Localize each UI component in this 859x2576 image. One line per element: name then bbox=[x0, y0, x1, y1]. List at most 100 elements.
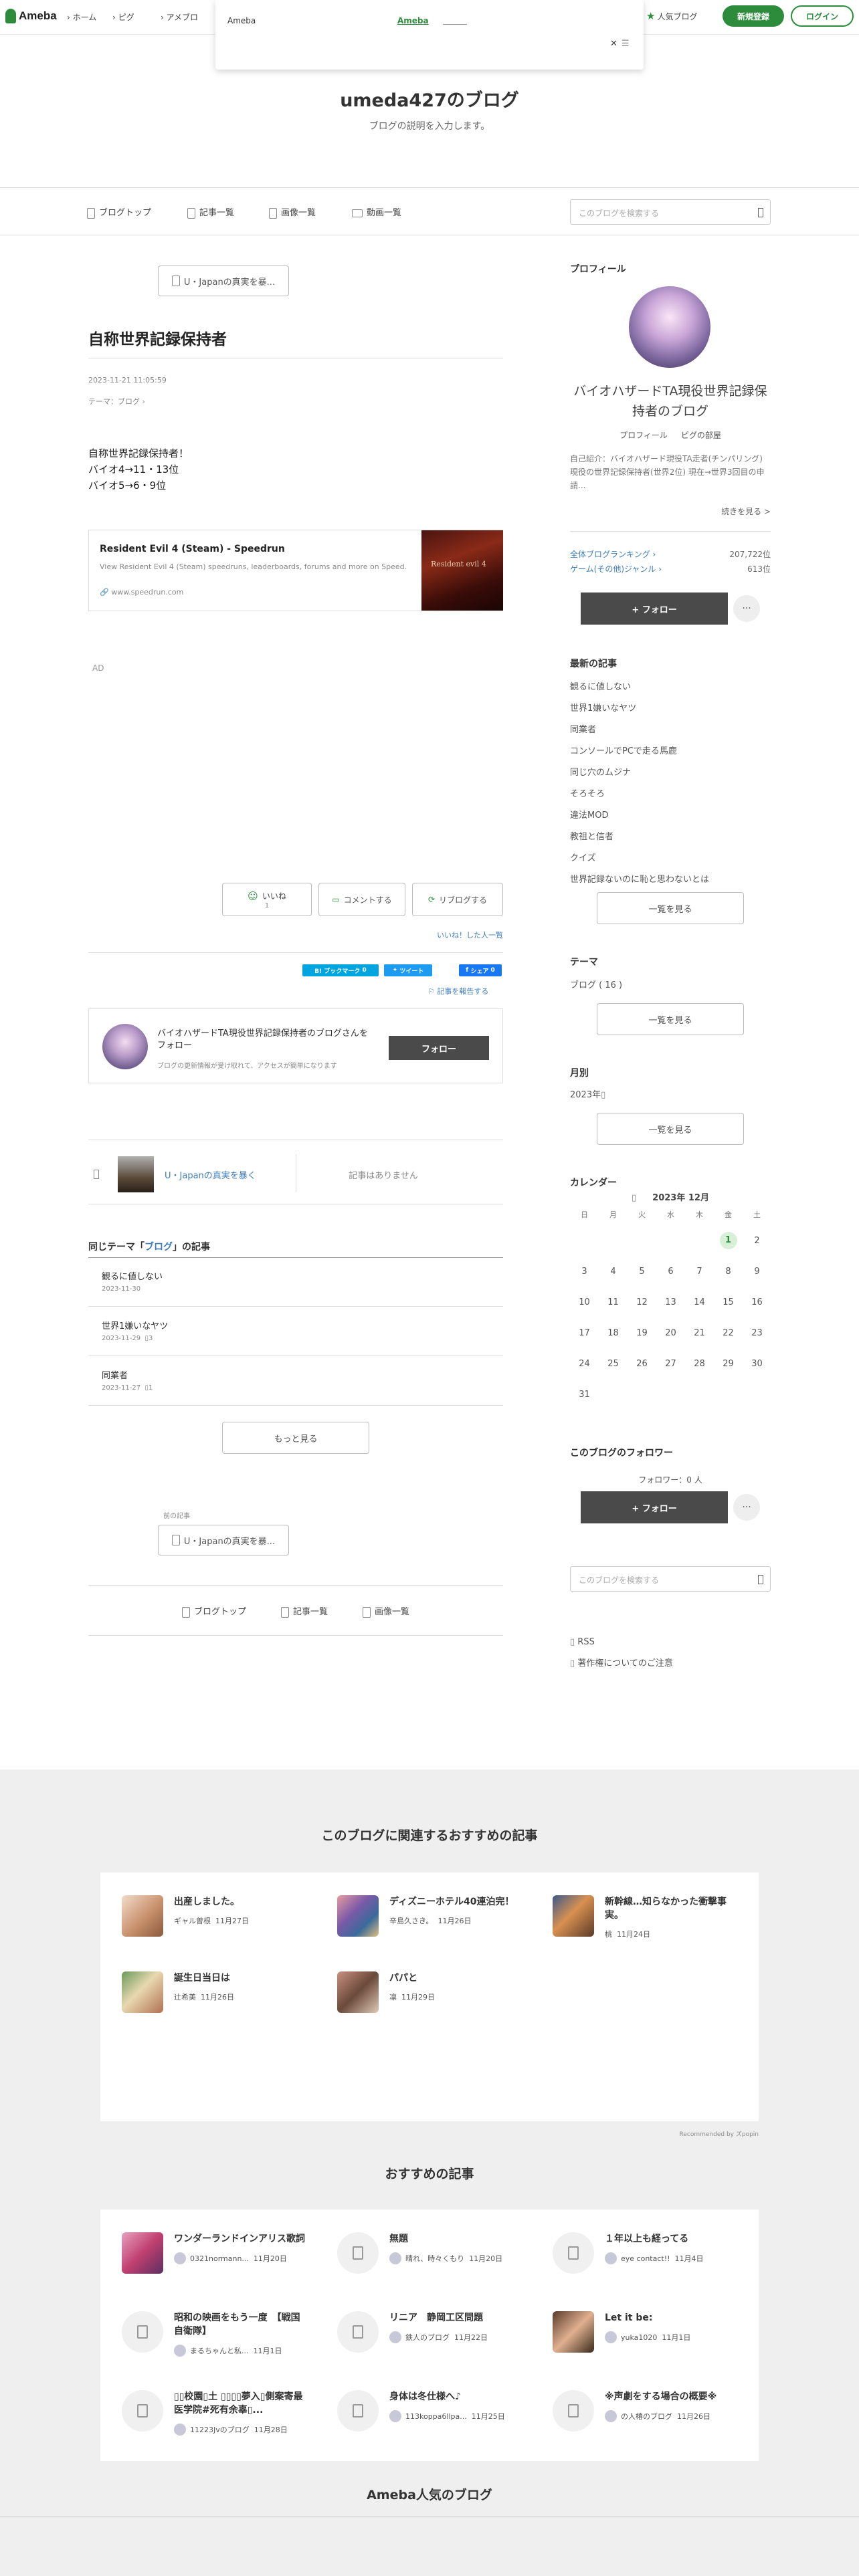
calendar-day[interactable]: 29 bbox=[714, 1348, 743, 1379]
reblog-button[interactable]: ⟳ リブログする bbox=[412, 883, 503, 916]
latest-item[interactable]: そろそろ bbox=[570, 784, 709, 805]
profile-name[interactable]: バイオハザードTA現役世界記録保持者のブログ bbox=[570, 381, 771, 421]
calendar-day[interactable]: 17 bbox=[570, 1317, 599, 1348]
blog-nav-videos[interactable]: 動画一覧 bbox=[352, 205, 401, 218]
calendar-day[interactable]: 27 bbox=[656, 1348, 685, 1379]
calendar-day[interactable]: 10 bbox=[570, 1287, 599, 1317]
bookmark-button[interactable]: B! ブックマーク 0 bbox=[302, 964, 379, 976]
calendar-day[interactable]: 21 bbox=[685, 1317, 714, 1348]
calendar-prev-icon[interactable]: ▯ bbox=[632, 1193, 636, 1203]
login-button[interactable]: ログイン bbox=[791, 5, 854, 27]
calendar-day[interactable]: 7 bbox=[685, 1256, 714, 1287]
recommend-item[interactable]: 無題 晴れ、時々くもり 11月20日 bbox=[337, 2232, 531, 2274]
calendar-day[interactable]: 19 bbox=[628, 1317, 656, 1348]
like-button[interactable]: ☺ いいね 1 bbox=[222, 883, 312, 916]
recommend-item[interactable]: リニア 静岡工区問題 鉄人のブログ 11月22日 bbox=[337, 2311, 531, 2353]
calendar-day[interactable]: 26 bbox=[628, 1348, 656, 1379]
same-theme-item[interactable]: 世界1嫌いなヤツ 2023-11-29 ▯3 bbox=[88, 1307, 503, 1356]
calendar-day[interactable]: 9 bbox=[743, 1256, 771, 1287]
latest-more-button[interactable]: 一覧を見る bbox=[597, 892, 744, 924]
article-title[interactable]: 自称世界記録保持者 bbox=[88, 326, 227, 349]
calendar-today[interactable]: 1 bbox=[719, 1232, 737, 1249]
calendar-day[interactable]: 16 bbox=[743, 1287, 771, 1317]
calendar-day[interactable]: 3 bbox=[570, 1256, 599, 1287]
article-theme[interactable]: テーマ：ブログ › bbox=[88, 396, 145, 407]
monthly-more-button[interactable]: 一覧を見る bbox=[597, 1113, 744, 1145]
search-icon[interactable] bbox=[758, 1575, 763, 1584]
profile-link[interactable]: プロフィール bbox=[619, 431, 668, 440]
monthly-item[interactable]: 2023年▯ bbox=[570, 1087, 605, 1100]
latest-item[interactable]: 教祖と信者 bbox=[570, 827, 709, 848]
report-link[interactable]: ⚐ 記事を報告する bbox=[428, 986, 488, 996]
theme-item[interactable]: ブログ ( 16 ) bbox=[570, 978, 622, 990]
recommend-item[interactable]: ワンダーランドインアリス歌詞 0321normann... 11月20日 bbox=[122, 2232, 316, 2274]
popup-close-button[interactable]: ✕ ☰ bbox=[610, 39, 630, 49]
related-item[interactable]: パパと凛 11月29日 bbox=[337, 1971, 531, 2013]
pigg-room-link[interactable]: ピグの部屋 bbox=[681, 431, 721, 440]
calendar-day[interactable]: 1 bbox=[714, 1225, 743, 1256]
related-item[interactable]: 誕生日当日は 辻希美 11月26日 bbox=[122, 1971, 316, 2013]
calendar-day[interactable]: 28 bbox=[685, 1348, 714, 1379]
theme-more-button[interactable]: 一覧を見る bbox=[597, 1003, 744, 1035]
calendar-day[interactable]: 14 bbox=[685, 1287, 714, 1317]
followers-follow-button[interactable]: + フォロー bbox=[581, 1491, 728, 1523]
calendar-day[interactable]: 4 bbox=[599, 1256, 628, 1287]
recommend-item[interactable]: Let it be: yuka1020 11月1日 bbox=[553, 2311, 747, 2353]
calendar-day[interactable]: 22 bbox=[714, 1317, 743, 1348]
popular-blog-link[interactable]: ★ 人気ブログ bbox=[646, 10, 697, 22]
calendar-day[interactable]: 15 bbox=[714, 1287, 743, 1317]
search-icon[interactable] bbox=[758, 208, 763, 217]
related-item[interactable]: 出産しました。 ギャル曽根 11月27日 bbox=[122, 1895, 316, 1937]
sidebar-more-menu-button[interactable]: ··· bbox=[733, 595, 760, 622]
ranking-overall[interactable]: 全体ブログランキング › 207,722位 bbox=[570, 548, 771, 560]
calendar-day[interactable]: 13 bbox=[656, 1287, 685, 1317]
recommended-by[interactable]: Recommended by ズpopin bbox=[602, 2129, 759, 2138]
profile-more-link[interactable]: 続きを見る > bbox=[669, 506, 771, 517]
nav-ameblo[interactable]: › アメブロ bbox=[161, 11, 198, 23]
same-theme-link[interactable]: ブログ bbox=[145, 1242, 173, 1253]
calendar-day[interactable]: 11 bbox=[599, 1287, 628, 1317]
ranking-genre[interactable]: ゲーム(その他)ジャンル › 613位 bbox=[570, 563, 771, 574]
latest-item[interactable]: 世界記録ないのに恥と思わないとは bbox=[570, 869, 709, 891]
calendar-day[interactable]: 18 bbox=[599, 1317, 628, 1348]
latest-item[interactable]: クイズ bbox=[570, 848, 709, 869]
followers-more-menu-button[interactable]: ··· bbox=[733, 1494, 760, 1521]
pager-prev[interactable]: U・Japanの真実を暴く bbox=[88, 1150, 296, 1198]
tweet-button[interactable]: ✦ ツイート bbox=[384, 964, 432, 976]
latest-item[interactable]: 同業者 bbox=[570, 720, 709, 741]
calendar-day[interactable]: 23 bbox=[743, 1317, 771, 1348]
bottom-nav-images[interactable]: 画像一覧 bbox=[363, 1604, 409, 1618]
prev-article-button-bottom[interactable]: U・Japanの真実を暴... bbox=[158, 1525, 289, 1555]
recommend-item[interactable]: ※声劇をする場合の概要※ の人椿のブログ 11月26日 bbox=[553, 2390, 747, 2432]
blog-search-box[interactable]: このブログを検索する bbox=[570, 199, 771, 225]
latest-item[interactable]: 違法MOD bbox=[570, 805, 709, 827]
calendar-day[interactable]: 25 bbox=[599, 1348, 628, 1379]
ameba-logo[interactable]: Ameba bbox=[5, 9, 57, 23]
same-theme-item[interactable]: 観るに値しない 2023-11-30 bbox=[88, 1257, 503, 1307]
latest-item[interactable]: 同じ穴のムジナ bbox=[570, 762, 709, 784]
signup-button[interactable]: 新規登録 bbox=[723, 5, 784, 27]
blog-nav-images[interactable]: 画像一覧 bbox=[269, 205, 316, 219]
sidebar-follow-button[interactable]: + フォロー bbox=[581, 593, 728, 625]
sidebar-search-box[interactable]: このブログを検索する bbox=[570, 1566, 771, 1592]
recommend-item[interactable]: 身体は冬仕様へ♪ 113koppa6llpa... 11月25日 bbox=[337, 2390, 531, 2432]
calendar-day[interactable]: 8 bbox=[714, 1256, 743, 1287]
copyright-link[interactable]: ▯ 著作権についてのご注意 bbox=[570, 1656, 673, 1669]
latest-item[interactable]: 観るに値しない bbox=[570, 677, 709, 698]
recommend-item[interactable]: 昭和の映画をもう一度 【戦国自衛隊】 まるちゃんと私... 11月1日 bbox=[122, 2311, 316, 2357]
latest-item[interactable]: コンソールでPCで走る馬鹿 bbox=[570, 741, 709, 762]
liked-users-link[interactable]: いいね！した人一覧 bbox=[401, 930, 503, 940]
rss-link[interactable]: ▯ RSS bbox=[570, 1637, 595, 1647]
comment-button[interactable]: ▭ コメントする bbox=[318, 883, 405, 916]
calendar-day[interactable]: 6 bbox=[656, 1256, 685, 1287]
calendar-day[interactable]: 12 bbox=[628, 1287, 656, 1317]
calendar-day[interactable]: 2 bbox=[743, 1225, 771, 1256]
calendar-day[interactable]: 24 bbox=[570, 1348, 599, 1379]
bottom-nav-entries[interactable]: 記事一覧 bbox=[281, 1604, 328, 1618]
same-theme-item[interactable]: 同業者 2023-11-27 ▯1 bbox=[88, 1356, 503, 1406]
more-button[interactable]: もっと見る bbox=[222, 1422, 369, 1454]
calendar-day[interactable]: 5 bbox=[628, 1256, 656, 1287]
facebook-share-button[interactable]: f シェア 0 bbox=[459, 964, 502, 976]
calendar-day[interactable]: 31 bbox=[570, 1379, 599, 1410]
blog-title[interactable]: umeda427のブログ bbox=[0, 86, 859, 112]
